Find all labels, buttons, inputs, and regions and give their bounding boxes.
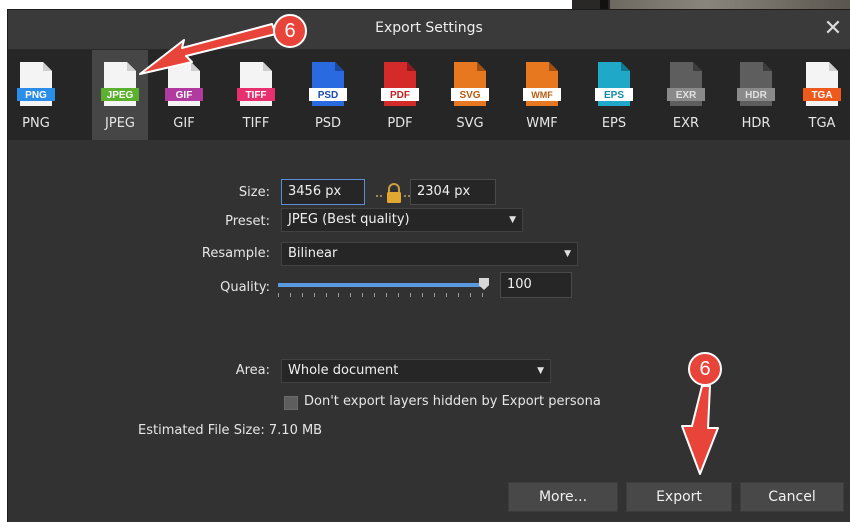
- annotation-arrows: [139, 23, 719, 475]
- arrow-bottom: [681, 385, 719, 475]
- arrow-top: [139, 23, 277, 75]
- step-callout-bottom: 6: [688, 352, 722, 386]
- step-callout-top: 6: [273, 14, 307, 48]
